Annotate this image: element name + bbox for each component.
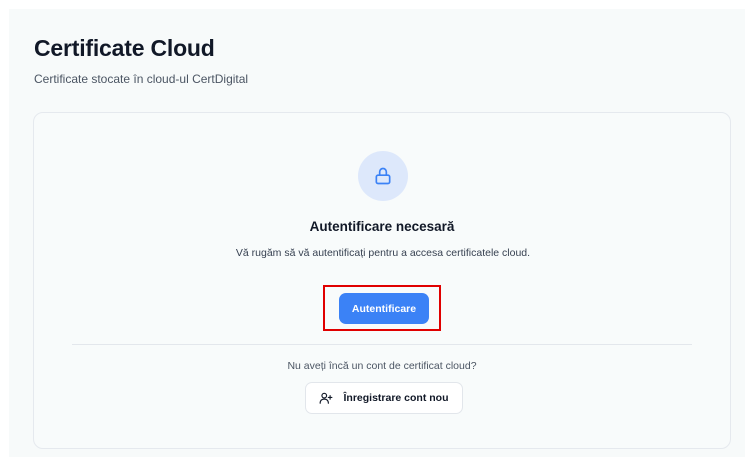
register-button[interactable]: Înregistrare cont nou bbox=[305, 382, 463, 414]
lock-icon bbox=[373, 166, 393, 186]
divider bbox=[72, 344, 692, 345]
page-subtitle: Certificate stocate în cloud-ul CertDigi… bbox=[34, 72, 249, 86]
no-account-text: Nu aveți încă un cont de certificat clou… bbox=[287, 360, 477, 372]
auth-required-description: Vă rugăm să vă autentificați pentru a ac… bbox=[235, 247, 531, 259]
auth-card: Autentificare necesară Vă rugăm să vă au… bbox=[33, 112, 731, 449]
login-button-highlight: Autentificare bbox=[323, 285, 441, 331]
register-button-label: Înregistrare cont nou bbox=[343, 392, 449, 404]
page-title: Certificate Cloud bbox=[34, 35, 215, 61]
user-plus-icon bbox=[319, 391, 333, 405]
page-panel: Certificate Cloud Certificate stocate în… bbox=[9, 9, 745, 457]
lock-icon-badge bbox=[358, 151, 408, 201]
login-button[interactable]: Autentificare bbox=[339, 293, 429, 324]
auth-required-title: Autentificare necesară bbox=[309, 219, 455, 234]
